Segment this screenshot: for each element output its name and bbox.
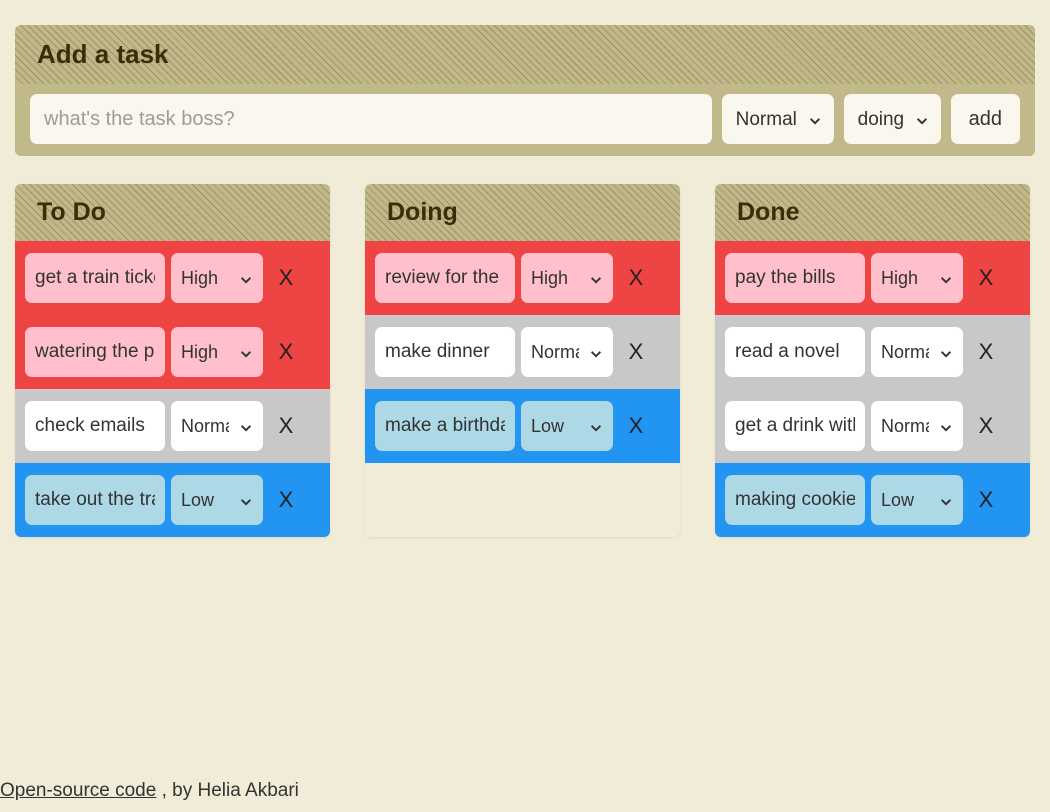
column-header: Done — [715, 184, 1030, 241]
task-row: HighX — [15, 315, 330, 389]
task-row: HighX — [15, 241, 330, 315]
task-priority-select[interactable]: High — [871, 253, 963, 303]
source-link[interactable]: Open-source code — [0, 780, 156, 801]
delete-button[interactable]: X — [969, 487, 1003, 513]
delete-button[interactable]: X — [269, 413, 303, 439]
task-title-input[interactable] — [725, 475, 865, 525]
task-priority-select[interactable]: Low — [871, 475, 963, 525]
column: DoingHighXNormalXLowX — [365, 184, 680, 537]
task-title-input[interactable] — [375, 327, 515, 377]
column: To DoHighXHighXNormalXLowX — [15, 184, 330, 537]
task-row: HighX — [715, 241, 1030, 315]
column-header: To Do — [15, 184, 330, 241]
column-title: To Do — [37, 198, 308, 227]
task-priority-select[interactable]: Normal — [521, 327, 613, 377]
delete-button[interactable]: X — [269, 265, 303, 291]
task-priority-select[interactable]: Normal — [871, 327, 963, 377]
priority-select[interactable]: Normal — [722, 94, 834, 144]
task-row: NormalX — [715, 389, 1030, 463]
column-title: Done — [737, 198, 1008, 227]
column: DoneHighXNormalXNormalXLowX — [715, 184, 1030, 537]
task-priority-select[interactable]: Low — [521, 401, 613, 451]
task-priority-select[interactable]: High — [171, 253, 263, 303]
task-title-input[interactable] — [375, 401, 515, 451]
task-priority-select[interactable]: Normal — [171, 401, 263, 451]
task-title-input[interactable] — [375, 253, 515, 303]
status-select[interactable]: doing — [844, 94, 941, 144]
footer-author: , by Helia Akbari — [156, 780, 299, 801]
add-task-body: Normal doing add — [15, 84, 1035, 156]
task-priority-select[interactable]: Normal — [871, 401, 963, 451]
task-title-input[interactable] — [725, 253, 865, 303]
task-row: NormalX — [715, 315, 1030, 389]
task-title-input[interactable] — [25, 253, 165, 303]
add-task-header: Add a task — [15, 25, 1035, 84]
task-row: LowX — [715, 463, 1030, 537]
task-row: LowX — [365, 389, 680, 463]
task-row: NormalX — [365, 315, 680, 389]
task-title-input[interactable] — [25, 327, 165, 377]
column-title: Doing — [387, 198, 658, 227]
task-priority-select[interactable]: High — [521, 253, 613, 303]
task-title-input[interactable] — [25, 401, 165, 451]
column-header: Doing — [365, 184, 680, 241]
task-row: LowX — [15, 463, 330, 537]
task-title-input[interactable] — [725, 401, 865, 451]
delete-button[interactable]: X — [619, 413, 653, 439]
task-row: HighX — [365, 241, 680, 315]
add-task-title: Add a task — [37, 39, 1013, 70]
columns-container: To DoHighXHighXNormalXLowXDoingHighXNorm… — [0, 156, 1050, 537]
delete-button[interactable]: X — [969, 265, 1003, 291]
footer: Open-source code , by Helia Akbari — [0, 780, 299, 802]
delete-button[interactable]: X — [269, 487, 303, 513]
add-button[interactable]: add — [951, 94, 1020, 144]
task-title-input[interactable] — [25, 475, 165, 525]
add-task-panel: Add a task Normal doing add — [15, 25, 1035, 156]
delete-button[interactable]: X — [269, 339, 303, 365]
task-priority-select[interactable]: High — [171, 327, 263, 377]
new-task-input[interactable] — [30, 94, 712, 144]
task-row: NormalX — [15, 389, 330, 463]
delete-button[interactable]: X — [619, 265, 653, 291]
task-priority-select[interactable]: Low — [171, 475, 263, 525]
task-title-input[interactable] — [725, 327, 865, 377]
delete-button[interactable]: X — [969, 413, 1003, 439]
delete-button[interactable]: X — [619, 339, 653, 365]
delete-button[interactable]: X — [969, 339, 1003, 365]
